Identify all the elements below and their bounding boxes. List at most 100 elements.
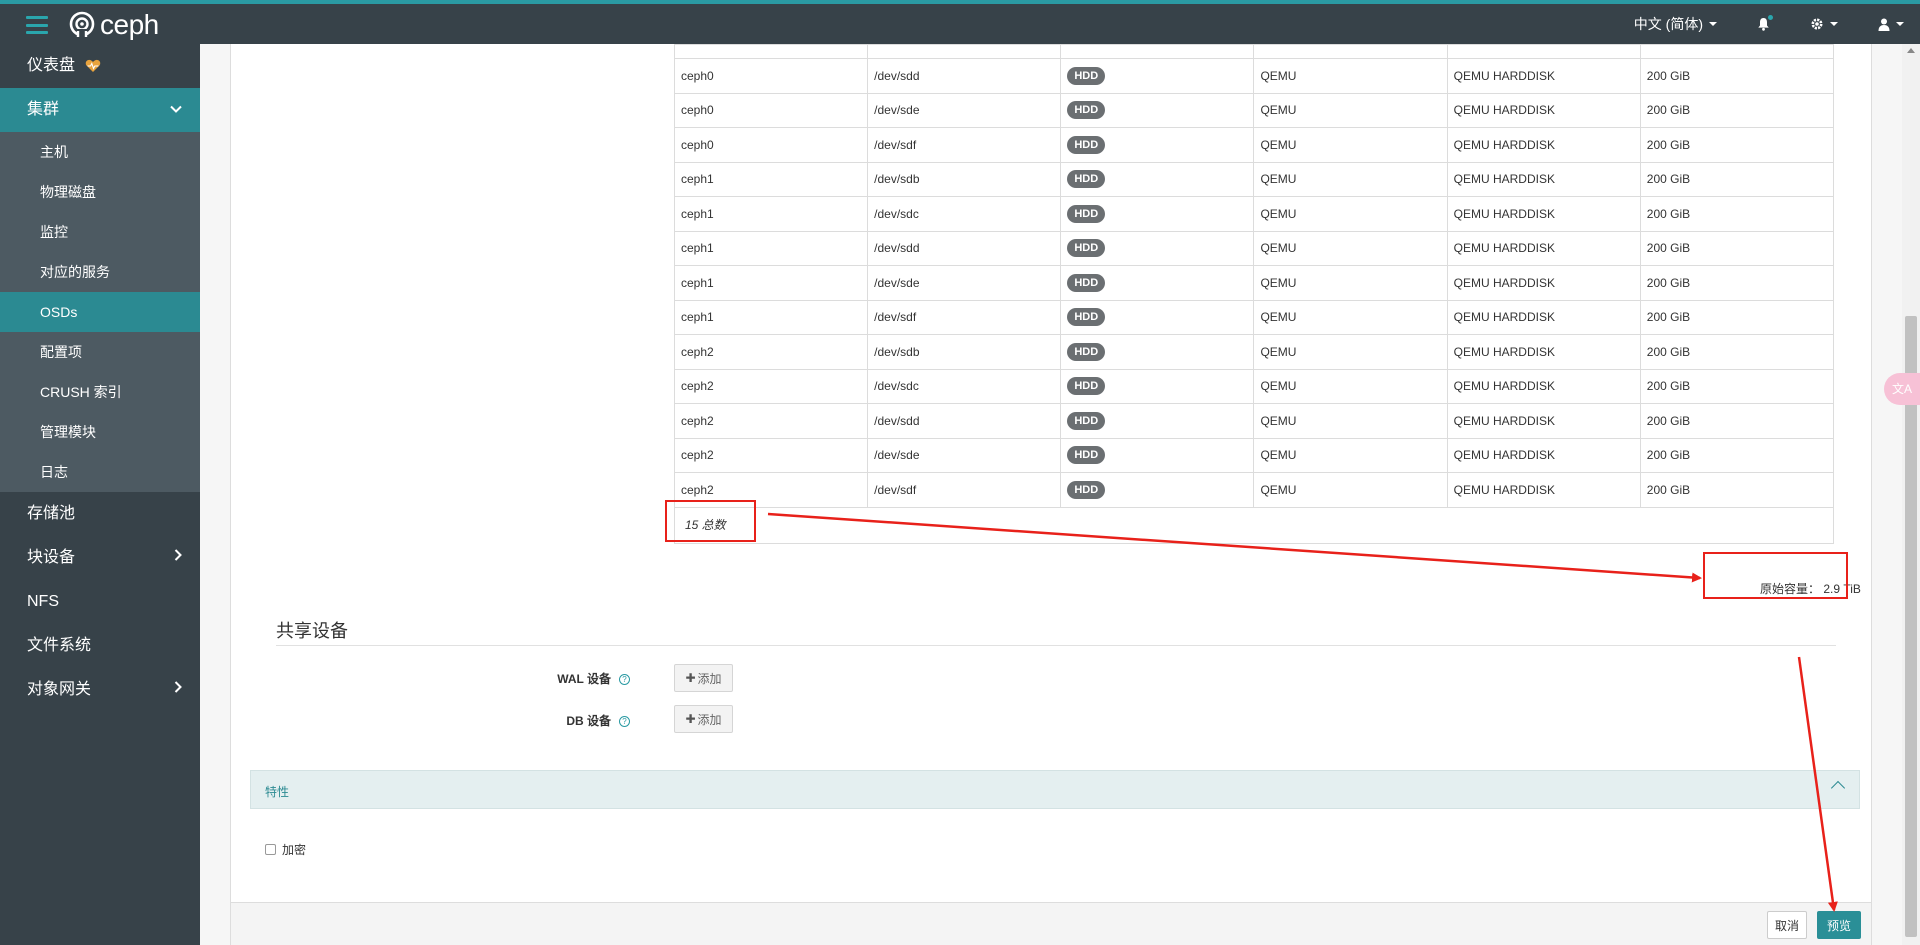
model-cell: QEMU HARDDISK	[1446, 472, 1641, 508]
device-path-cell: /dev/sdb	[867, 334, 1062, 370]
sidebar-item-physical-disks[interactable]: 物理磁盘	[0, 172, 200, 212]
wal-device-label: WAL 设备?	[480, 670, 630, 687]
size-cell: 200 GiB	[1639, 196, 1835, 232]
scroll-thumb[interactable]	[1905, 316, 1917, 937]
sidebar-item-logs[interactable]: 日志	[0, 452, 200, 492]
add-wal-device-button[interactable]: ✚ 添加	[674, 664, 733, 692]
help-icon[interactable]: ?	[619, 716, 630, 728]
sidebar-item-configuration[interactable]: 配置项	[0, 332, 200, 372]
vendor-cell: QEMU	[1253, 230, 1448, 266]
nav-filesystems[interactable]: 文件系统	[0, 624, 200, 668]
hostname-cell: ceph1	[673, 299, 869, 335]
chevron-up-icon	[1830, 780, 1846, 796]
device-type-cell: HDD	[1060, 403, 1255, 439]
device-type-cell: HDD	[1060, 196, 1255, 232]
sidebar-item-hosts[interactable]: 主机	[0, 132, 200, 172]
hostname-cell: ceph0	[673, 58, 869, 94]
device-type-cell: HDD	[1060, 92, 1255, 128]
device-type-cell: HDD	[1060, 265, 1255, 301]
translate-tool-button[interactable]: 文A	[1884, 373, 1920, 405]
help-icon[interactable]: ?	[619, 674, 630, 686]
model-cell: QEMU HARDDISK	[1446, 265, 1641, 301]
device-path-cell: /dev/sdd	[867, 230, 1062, 266]
nav-nfs-label: NFS	[27, 593, 59, 610]
nav-pools[interactable]: 存储池	[0, 492, 200, 536]
top-navbar: ceph 中文 (简体)	[0, 0, 1920, 44]
add-db-device-button[interactable]: ✚ 添加	[674, 705, 733, 733]
model-cell: QEMU HARDDISK	[1446, 92, 1641, 128]
menu-toggle-icon[interactable]	[26, 16, 48, 34]
vendor-cell: QEMU	[1253, 368, 1448, 404]
form-footer: 取消 预览	[231, 902, 1871, 945]
vendor-cell: QEMU	[1253, 196, 1448, 232]
device-path-cell: /dev/sde	[867, 437, 1062, 473]
device-path-cell: /dev/sdf	[867, 127, 1062, 163]
user-menu[interactable]	[1878, 18, 1904, 31]
nav-dashboard[interactable]: 仪表盘	[0, 44, 200, 88]
device-type-badge: HDD	[1067, 273, 1106, 292]
settings-menu[interactable]	[1810, 17, 1838, 31]
sidebar: 仪表盘 集群 主机 物理磁盘 监控 对应的服务 OSDs 配置项 CRUSH 索…	[0, 44, 200, 945]
device-type-cell: HDD	[1060, 127, 1255, 163]
sidebar-item-monitors[interactable]: 监控	[0, 212, 200, 252]
size-cell: 200 GiB	[1639, 472, 1835, 508]
device-type-cell: HDD	[1060, 230, 1255, 266]
vendor-cell: QEMU	[1253, 334, 1448, 370]
encrypt-option[interactable]: 加密	[265, 841, 306, 858]
encrypt-checkbox[interactable]	[265, 844, 276, 855]
db-device-label-text: DB 设备	[566, 714, 611, 728]
chevron-down-icon	[170, 88, 182, 130]
table-row: ceph1/dev/sdd HDD QEMU QEMU HARDDISK 200 GiB	[673, 230, 1835, 266]
size-cell: 200 GiB	[1639, 265, 1835, 301]
page-scrollbar[interactable]	[1902, 44, 1920, 945]
size-cell: 200 GiB	[1639, 368, 1835, 404]
device-type-badge: HDD	[1067, 480, 1106, 499]
table-row: ceph1/dev/sde HDD QEMU QEMU HARDDISK 200 GiB	[673, 265, 1835, 301]
size-cell: 200 GiB	[1639, 437, 1835, 473]
ceph-logo-icon	[69, 11, 95, 39]
chevron-down-icon	[1830, 22, 1838, 26]
notifications-button[interactable]	[1757, 15, 1773, 31]
device-type-badge: HDD	[1067, 101, 1106, 120]
cluster-subnav: 主机 物理磁盘 监控 对应的服务 OSDs 配置项 CRUSH 索引 管理模块 …	[0, 132, 200, 492]
model-cell: QEMU HARDDISK	[1446, 230, 1641, 266]
user-icon	[1878, 18, 1890, 31]
nav-block[interactable]: 块设备	[0, 536, 200, 580]
ceph-logo[interactable]: ceph	[68, 10, 159, 40]
nav-block-label: 块设备	[27, 549, 76, 566]
features-panel-header[interactable]: 特性	[250, 770, 1860, 809]
hostname-cell: ceph1	[673, 196, 869, 232]
db-device-label: DB 设备?	[480, 712, 630, 729]
nav-nfs[interactable]: NFS	[0, 580, 200, 624]
features-title: 特性	[265, 785, 290, 799]
add-wal-label: 添加	[697, 671, 722, 686]
language-selector[interactable]: 中文 (简体)	[1634, 14, 1717, 34]
hostname-cell: ceph2	[673, 334, 869, 370]
model-cell: QEMU HARDDISK	[1446, 58, 1641, 94]
sidebar-item-osds[interactable]: OSDs	[0, 292, 200, 332]
nav-object-gateway-label: 对象网关	[27, 681, 92, 698]
nav-filesystems-label: 文件系统	[27, 637, 92, 654]
device-type-badge: HDD	[1067, 204, 1106, 223]
scroll-up-arrow-icon[interactable]	[1907, 48, 1915, 53]
device-type-badge: HDD	[1067, 342, 1106, 361]
table-row: ceph0/dev/sdd HDD QEMU QEMU HARDDISK 200 GiB	[673, 58, 1835, 94]
nav-object-gateway[interactable]: 对象网关	[0, 668, 200, 712]
cancel-button[interactable]: 取消	[1767, 911, 1807, 939]
sidebar-item-crush-map[interactable]: CRUSH 索引	[0, 372, 200, 412]
device-type-badge: HDD	[1067, 239, 1106, 258]
encrypt-label: 加密	[282, 843, 307, 857]
sidebar-item-services[interactable]: 对应的服务	[0, 252, 200, 292]
preview-button[interactable]: 预览	[1817, 911, 1861, 939]
sidebar-item-manager-modules[interactable]: 管理模块	[0, 412, 200, 452]
table-row: ceph1/dev/sdc HDD QEMU QEMU HARDDISK 200 GiB	[673, 196, 1835, 232]
size-cell	[1639, 44, 1835, 59]
size-cell: 200 GiB	[1639, 299, 1835, 335]
model-cell: QEMU HARDDISK	[1446, 161, 1641, 197]
chevron-right-icon	[174, 668, 182, 710]
osd-create-form: ceph0/dev/sdd HDD QEMU QEMU HARDDISK 200 GiB…	[230, 44, 1872, 945]
device-type-badge: HDD	[1067, 411, 1106, 430]
device-path-cell: /dev/sde	[867, 92, 1062, 128]
device-type-badge: HDD	[1067, 135, 1106, 154]
nav-cluster[interactable]: 集群	[0, 88, 200, 132]
